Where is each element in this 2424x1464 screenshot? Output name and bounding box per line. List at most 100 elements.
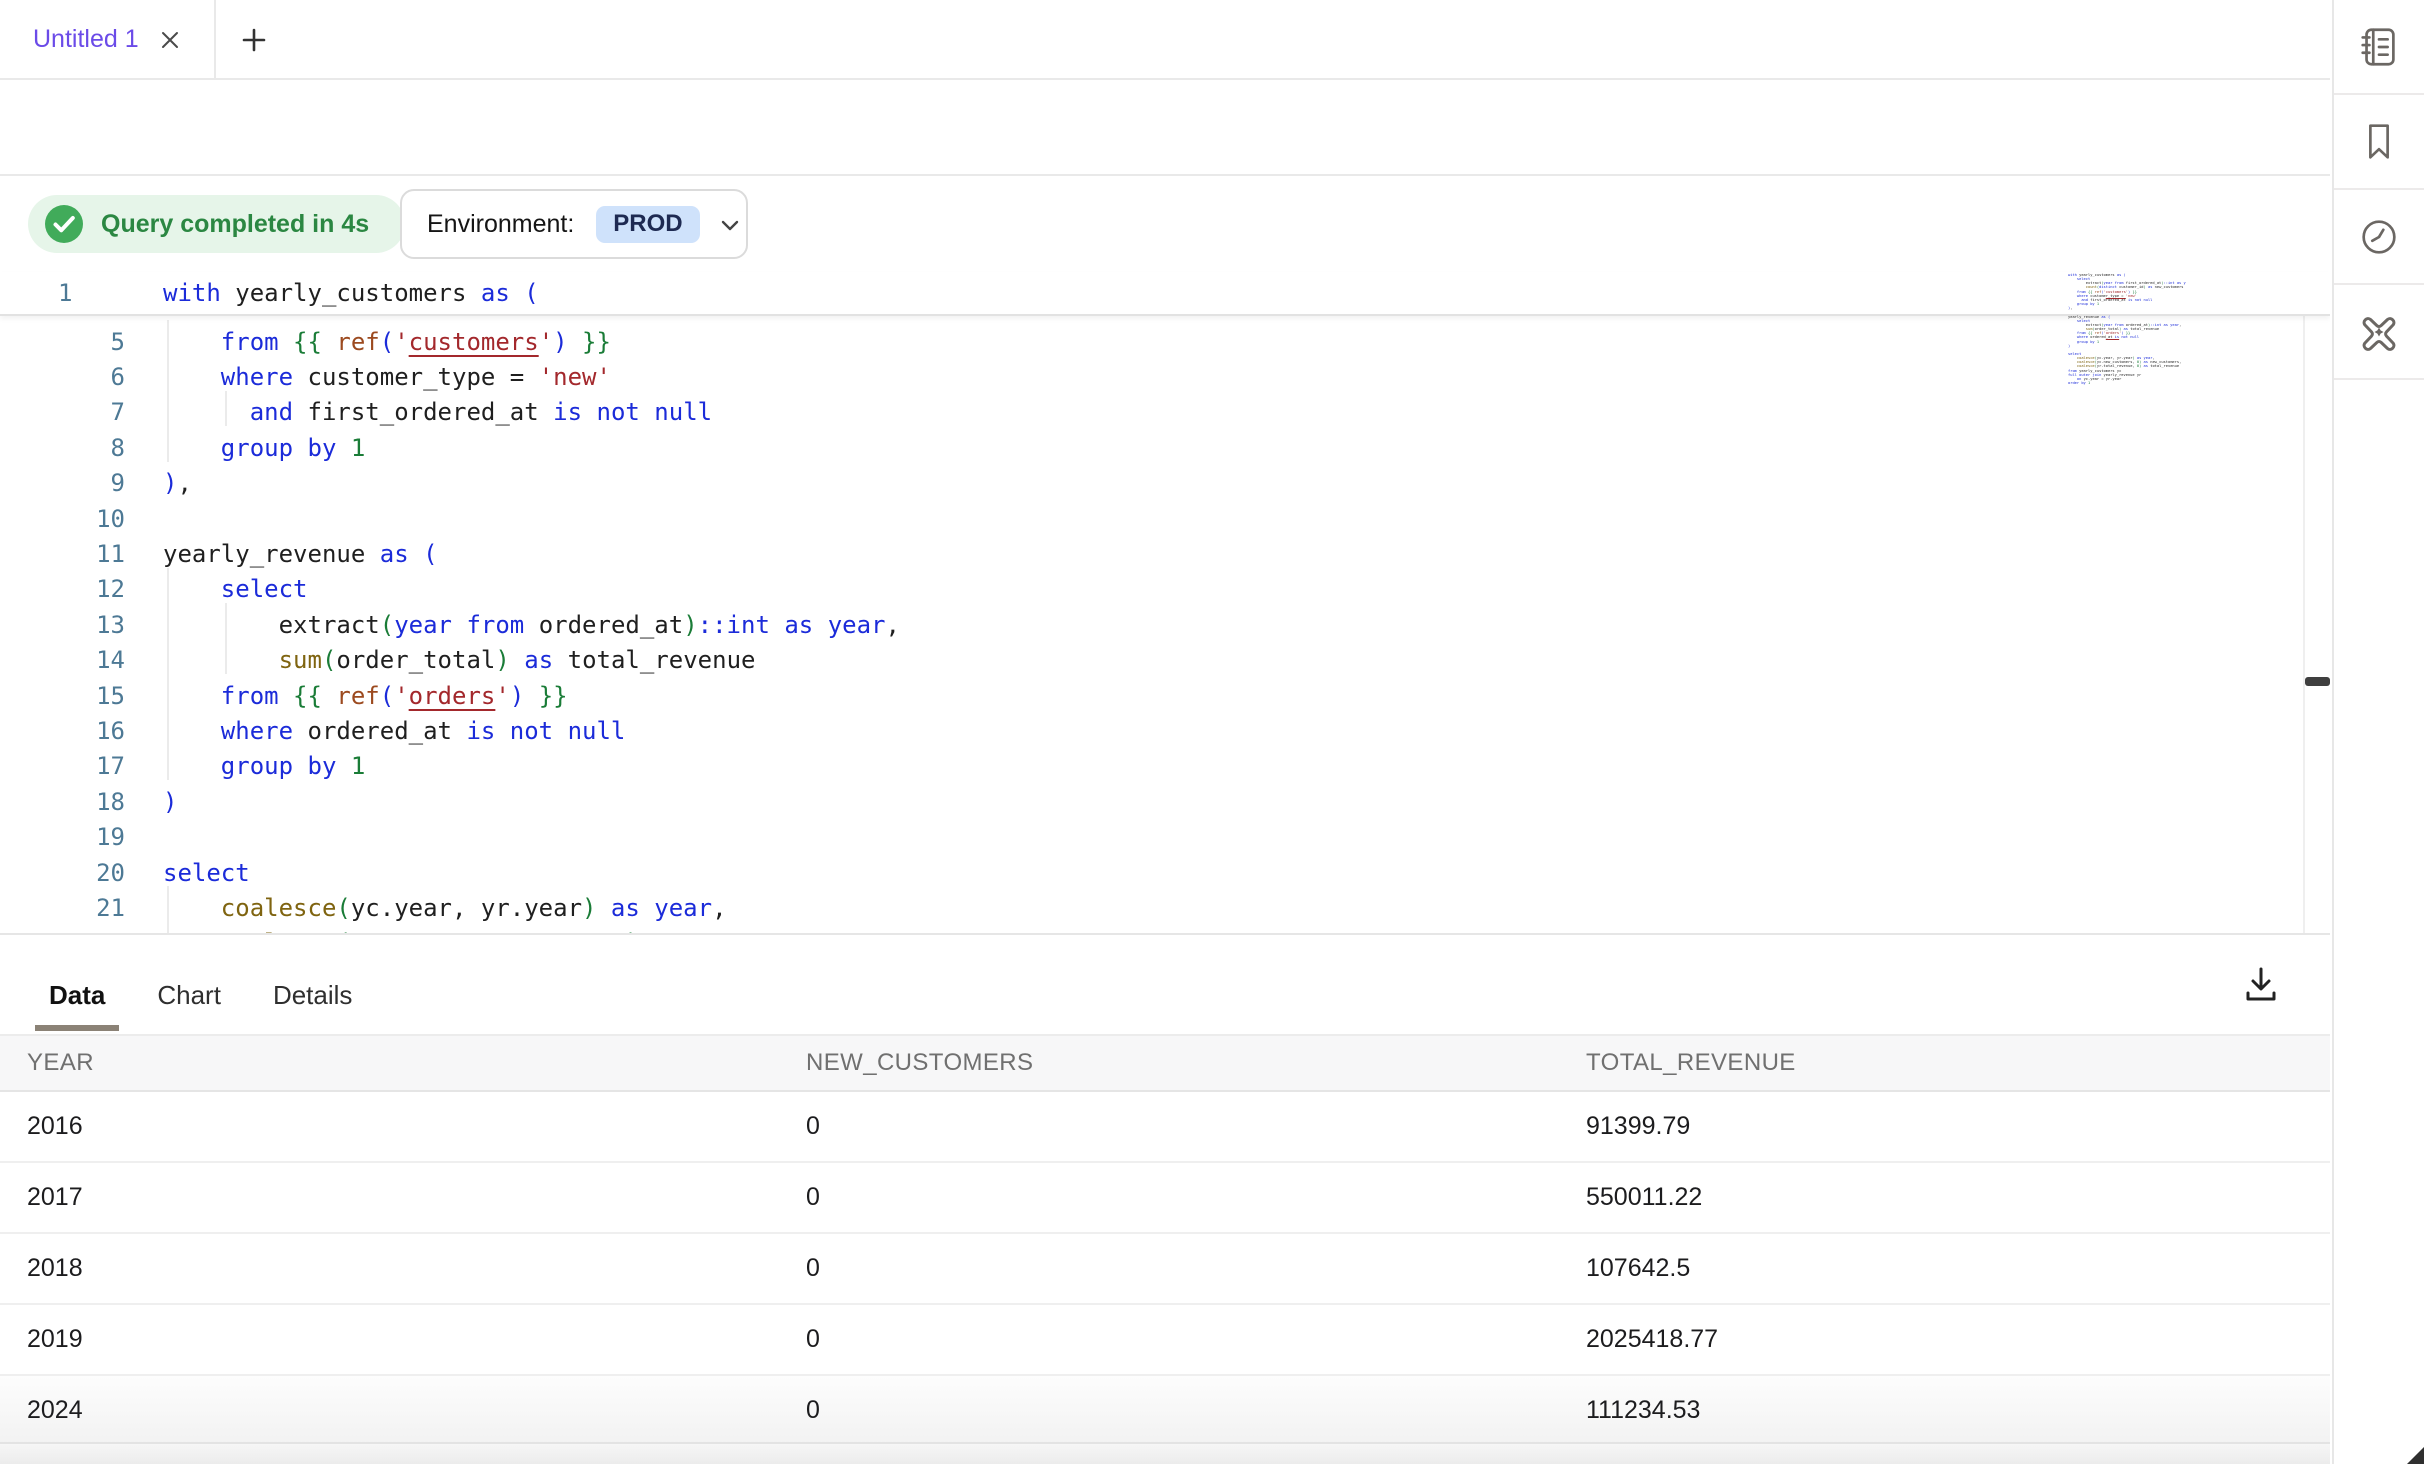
line-number: 17: [0, 752, 125, 780]
results-tabs: Data Chart Details: [35, 965, 366, 1025]
code-token: first_ordered_at: [293, 398, 553, 426]
code-token: ordered_at: [524, 611, 683, 639]
line-number: 8: [0, 434, 125, 462]
query-status-badge: Query completed in 4s: [28, 195, 405, 253]
resize-corner-handle[interactable]: [2407, 1447, 2424, 1464]
code-token: as: [640, 929, 683, 933]
code-token: 0: [611, 929, 625, 933]
line-number: 10: [0, 505, 125, 533]
horizontal-scrollbar[interactable]: [0, 1442, 2330, 1464]
line-number: 1: [0, 279, 125, 307]
column-header-year: YEAR: [0, 1049, 779, 1077]
line-number: 6: [0, 363, 125, 391]
code-token: coalesce: [221, 929, 337, 933]
code-token: [163, 682, 221, 710]
results-table-body: 2016091399.7920170550011.2220180107642.5…: [0, 1092, 2330, 1447]
code-token: from: [221, 682, 279, 710]
results-table-header: YEARNEW_CUSTOMERSTOTAL_REVENUE: [0, 1034, 2330, 1092]
code-text: group by 1: [125, 434, 365, 462]
code-line-13: 13 extract(year from ordered_at)::int as…: [0, 607, 2330, 642]
sidebar-item-history[interactable]: [2334, 190, 2424, 285]
table-cell: 550011.22: [1559, 1183, 2330, 1212]
new-tab-button[interactable]: [240, 26, 268, 54]
code-token: as year: [596, 894, 712, 922]
code-token: [163, 646, 279, 674]
code-token: order_total: [336, 646, 495, 674]
code-token: total_revenue: [553, 646, 755, 674]
code-token: is not null: [466, 717, 625, 745]
sidebar-item-bookmarks[interactable]: [2334, 95, 2424, 190]
code-text: coalesce(yc.new_customers, 0) as new_cus…: [125, 929, 900, 933]
table-cell: 0: [779, 1112, 1559, 1141]
tab-untitled-1[interactable]: Untitled 1: [0, 0, 216, 78]
sticky-code-line: 1with yearly_customers as (: [0, 272, 2330, 316]
line-number: 20: [0, 859, 125, 887]
editor-minimap[interactable]: with yearly_customers as ( select extrac…: [2068, 273, 2186, 389]
line-number: 7: [0, 398, 125, 426]
code-token: ): [163, 788, 177, 816]
code-line-11: 11yearly_revenue as (: [0, 536, 2330, 571]
code-line-21: 21 coalesce(yc.year, yr.year) as year,: [0, 890, 2330, 925]
code-token: as (: [481, 279, 539, 307]
environment-selector[interactable]: Environment: PROD: [400, 189, 748, 259]
code-token: ): [495, 646, 509, 674]
sidebar-item-notebook[interactable]: [2334, 0, 2424, 95]
code-token: ref: [336, 328, 379, 356]
code-lines: 5 from {{ ref('customers') }} 6 where cus…: [0, 324, 2330, 933]
code-token: extract: [163, 611, 380, 639]
code-line-8: 8 group by 1: [0, 430, 2330, 465]
code-token: new_customers,: [683, 929, 900, 933]
ref-model-link[interactable]: orders: [409, 682, 496, 710]
code-token: ): [683, 611, 697, 639]
sidebar-item-ai-assistant[interactable]: [2334, 285, 2424, 380]
code-text: ),: [125, 469, 192, 497]
code-line-7: 7 and first_ordered_at is not null: [0, 395, 2330, 430]
code-token: [163, 398, 250, 426]
table-cell: 111234.53: [1559, 1396, 2330, 1425]
sql-ide-window: Untitled 1 Develop Run: [0, 0, 2424, 1464]
code-token: 1: [336, 752, 365, 780]
code-line-5: 5 from {{ ref('customers') }}: [0, 324, 2330, 359]
code-token: [163, 894, 221, 922]
bookmark-icon: [2356, 119, 2402, 165]
code-token: ): [553, 328, 567, 356]
code-token: (: [380, 682, 394, 710]
code-token: select: [163, 859, 250, 887]
code-token: (: [336, 894, 350, 922]
results-tab-details[interactable]: Details: [259, 965, 366, 1025]
table-cell: 2016: [0, 1112, 779, 1141]
code-token: ': [495, 682, 509, 710]
line-number: 21: [0, 894, 125, 922]
code-token: }}: [524, 682, 567, 710]
results-tab-chart[interactable]: Chart: [143, 965, 235, 1025]
close-tab-icon[interactable]: [159, 29, 181, 51]
code-line-18: 18): [0, 784, 2330, 819]
code-token: as: [510, 646, 553, 674]
column-header-total_revenue: TOTAL_REVENUE: [1559, 1049, 2330, 1077]
sql-editor[interactable]: Query completed in 4s Environment: PROD …: [0, 176, 2330, 933]
code-token: 1: [336, 434, 365, 462]
code-text: yearly_revenue as (: [125, 540, 438, 568]
code-token: {{: [279, 682, 337, 710]
code-token: (: [322, 646, 336, 674]
ref-model-link[interactable]: customers: [409, 328, 539, 356]
code-text: where customer_type = 'new': [125, 363, 611, 391]
check-circle-icon: [44, 204, 84, 244]
table-cell: 107642.5: [1559, 1254, 2330, 1283]
code-token: [163, 575, 221, 603]
x-sparkle-icon: [2355, 308, 2403, 356]
download-icon[interactable]: [2240, 963, 2282, 1005]
line-number: 14: [0, 646, 125, 674]
line-number: 19: [0, 823, 125, 851]
results-tab-data[interactable]: Data: [35, 965, 119, 1025]
line-number: 5: [0, 328, 125, 356]
table-row: 20180107642.5: [0, 1234, 2330, 1305]
code-text: sum(order_total) as total_revenue: [125, 646, 755, 674]
code-text: coalesce(yc.year, yr.year) as year,: [125, 894, 727, 922]
query-status-text: Query completed in 4s: [101, 210, 369, 239]
minimap-line: order by 1: [2068, 381, 2186, 385]
table-cell: 2024: [0, 1396, 779, 1425]
code-token: as (: [380, 540, 438, 568]
code-token: (: [380, 328, 394, 356]
code-text: group by 1: [125, 752, 365, 780]
